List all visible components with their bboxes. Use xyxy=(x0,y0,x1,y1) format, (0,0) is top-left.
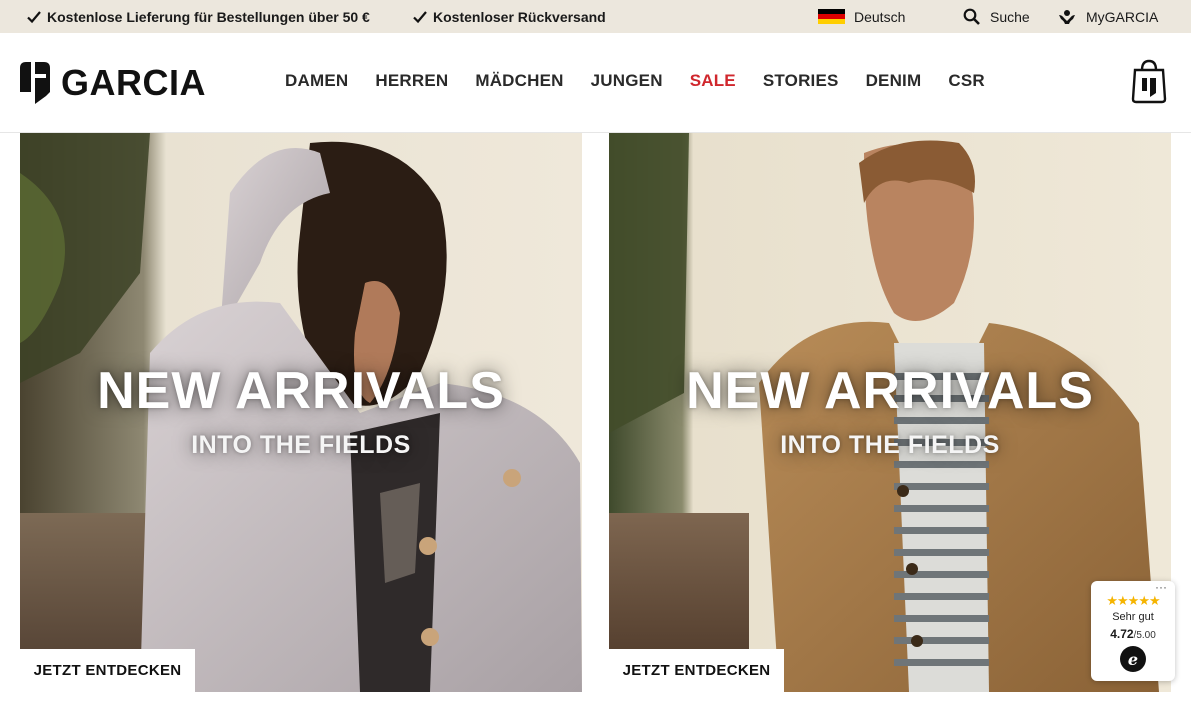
nav-item-herren[interactable]: HERREN xyxy=(375,71,448,91)
nav-item-denim[interactable]: DENIM xyxy=(866,71,922,91)
nav-item-sale[interactable]: SALE xyxy=(690,71,736,91)
check-icon xyxy=(413,10,427,23)
garcia-logo[interactable]: GARCIA xyxy=(20,61,206,105)
rating-stars: ★★★★★ xyxy=(1106,593,1160,608)
nav-item-jungen[interactable]: JUNGEN xyxy=(591,71,663,91)
account-label: MyGARCIA xyxy=(1086,8,1159,25)
nav-item-stories[interactable]: STORIES xyxy=(763,71,839,91)
nav-item-csr[interactable]: CSR xyxy=(948,71,985,91)
usp-free-delivery: Kostenlose Lieferung für Bestellungen üb… xyxy=(27,0,370,33)
nav-item-maedchen[interactable]: MÄDCHEN xyxy=(475,71,563,91)
germany-flag-icon xyxy=(818,8,845,25)
trust-rating-widget[interactable]: ··· ★★★★★ Sehr gut 4.72/5.00 e xyxy=(1091,581,1175,681)
promo-bar: Kostenlose Lieferung für Bestellungen üb… xyxy=(0,0,1191,33)
hero-subline: INTO THE FIELDS xyxy=(191,431,411,459)
discover-button-women[interactable]: JETZT ENTDECKEN xyxy=(20,649,195,692)
account-link[interactable]: MyGARCIA xyxy=(1058,0,1158,33)
rating-scale: /5.00 xyxy=(1133,630,1156,641)
main-navigation: DAMEN HERREN MÄDCHEN JUNGEN SALE STORIES… xyxy=(285,71,1012,91)
trust-badge-icon: e xyxy=(1120,646,1146,672)
hero-overlay-women: NEW ARRIVALS INTO THE FIELDS xyxy=(20,365,582,460)
usp-free-returns: Kostenloser Rückversand xyxy=(413,0,606,33)
garcia-logo-icon xyxy=(20,62,50,104)
check-icon xyxy=(27,10,41,23)
account-icon xyxy=(1059,9,1075,24)
hero-headline: NEW ARRIVALS xyxy=(97,362,505,420)
nav-item-damen[interactable]: DAMEN xyxy=(285,71,348,91)
hero-tile-men[interactable]: NEW ARRIVALS INTO THE FIELDS JETZT ENTDE… xyxy=(609,133,1171,692)
usp-free-returns-text: Kostenloser Rückversand xyxy=(433,8,606,25)
site-header: GARCIA DAMEN HERREN MÄDCHEN JUNGEN SALE … xyxy=(0,33,1191,133)
rating-value: 4.72 xyxy=(1110,627,1134,641)
search-icon xyxy=(963,8,980,25)
search-label: Suche xyxy=(990,8,1030,25)
hero-overlay-men: NEW ARRIVALS INTO THE FIELDS xyxy=(609,365,1171,460)
hero-subline: INTO THE FIELDS xyxy=(780,431,1000,459)
more-icon[interactable]: ··· xyxy=(1155,581,1167,593)
rating-label: Sehr gut xyxy=(1112,611,1154,623)
discover-button-men[interactable]: JETZT ENTDECKEN xyxy=(609,649,784,692)
rating-score: 4.72/5.00 xyxy=(1091,627,1175,641)
logo-wordmark: GARCIA xyxy=(61,62,206,103)
hero-tile-women[interactable]: NEW ARRIVALS INTO THE FIELDS JETZT ENTDE… xyxy=(20,133,582,692)
cart-button[interactable] xyxy=(1131,58,1167,109)
shopping-bag-icon xyxy=(1131,59,1167,104)
usp-free-delivery-text: Kostenlose Lieferung für Bestellungen üb… xyxy=(47,8,370,25)
hero-headline: NEW ARRIVALS xyxy=(686,362,1094,420)
language-label: Deutsch xyxy=(854,8,906,25)
search-button[interactable]: Suche xyxy=(963,0,1030,33)
language-selector[interactable]: Deutsch xyxy=(818,0,905,33)
